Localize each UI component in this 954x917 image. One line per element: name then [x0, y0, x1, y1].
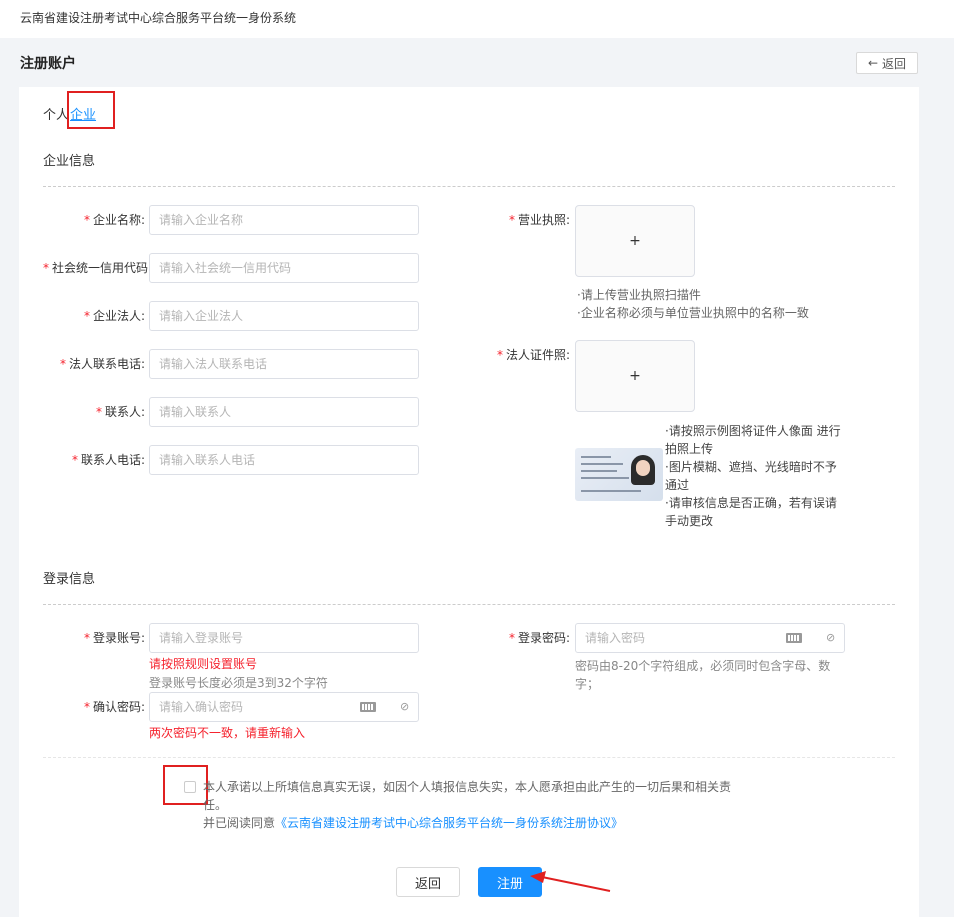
eye-off-icon[interactable]: ⊘	[400, 700, 409, 713]
contact-phone-field[interactable]	[149, 445, 419, 475]
back-button[interactable]: 返回	[396, 867, 460, 897]
label-legal-id-photo: * 法人证件照:	[496, 348, 570, 362]
credit-code-field[interactable]	[149, 253, 419, 283]
app-title: 云南省建设注册考试中心综合服务平台统一身份系统	[20, 11, 297, 25]
account-hint: 登录账号长度必须是3到32个字符	[149, 676, 328, 690]
label-business-license: * 营业执照:	[508, 213, 570, 227]
confirm-error: 两次密码不一致，请重新输入	[149, 726, 306, 740]
arrow-line	[541, 876, 611, 892]
agreement-read-line: 并已阅读同意《云南省建设注册考试中心综合服务平台统一身份系统注册协议》	[203, 816, 624, 830]
portrait-face	[636, 460, 650, 476]
arrow-left-icon: ←	[867, 56, 879, 70]
annotation-box-company-tab	[67, 91, 115, 129]
label-legal-phone: * 法人联系电话:	[59, 357, 145, 371]
label-contact-phone: * 联系人电话:	[71, 453, 145, 467]
card-line	[581, 463, 623, 465]
card-line	[581, 470, 617, 472]
agreement-link[interactable]: 《云南省建设注册考试中心综合服务平台统一身份系统注册协议》	[275, 816, 623, 830]
legal-phone-field[interactable]	[149, 349, 419, 379]
agreement-text: 本人承诺以上所填信息真实无误，如因个人填报信息失实，本人愿承担由此产生的一切后果…	[203, 778, 733, 832]
section-company-title: 企业信息	[43, 154, 96, 169]
id-hint-1: ·请按照示例图将证件人像面 进行拍照上传	[665, 424, 841, 456]
legal-person-field[interactable]	[149, 301, 419, 331]
confirm-password-field[interactable]: ⊘	[149, 692, 419, 722]
card-line	[581, 490, 641, 492]
eye-off-icon[interactable]: ⊘	[826, 631, 835, 644]
license-hint-2: ·企业名称必须与单位营业执照中的名称一致	[577, 306, 809, 320]
plus-icon: +	[629, 233, 641, 249]
keyboard-icon[interactable]	[786, 633, 802, 643]
id-hint-3: ·请审核信息是否正确，若有误请手动更改	[665, 496, 837, 528]
plus-icon: +	[629, 368, 641, 384]
divider	[43, 604, 895, 605]
card-line	[581, 456, 611, 458]
label-login-password: * 登录密码:	[508, 631, 570, 645]
license-hint-1: ·请上传营业执照扫描件	[577, 288, 701, 302]
back-button-top[interactable]: ← 返回	[856, 52, 918, 74]
label-company-name: * 企业名称:	[83, 213, 145, 227]
annotation-arrow	[530, 871, 611, 892]
label-confirm-password: * 确认密码:	[83, 700, 145, 714]
contact-field[interactable]	[149, 397, 419, 427]
card-line	[581, 477, 629, 479]
login-account-field[interactable]	[149, 623, 419, 653]
keyboard-icon[interactable]	[360, 702, 376, 712]
id-photo-hints: ·请按照示例图将证件人像面 进行拍照上传 ·图片模糊、遮挡、光线暗时不予通过 ·…	[665, 422, 845, 530]
section-login-title: 登录信息	[43, 572, 96, 587]
label-login-account: * 登录账号:	[83, 631, 145, 645]
arrow-head	[530, 871, 546, 883]
label-legal-person: * 企业法人:	[83, 309, 145, 323]
legal-id-photo-upload[interactable]: +	[575, 340, 695, 412]
label-contact: * 联系人:	[95, 405, 145, 419]
id-hint-2: ·图片模糊、遮挡、光线暗时不予通过	[665, 460, 837, 492]
account-error: 请按照规则设置账号	[149, 657, 258, 671]
annotation-box-checkbox	[163, 765, 208, 805]
tab-person[interactable]: 个人	[43, 108, 69, 123]
page-title: 注册账户	[20, 56, 76, 72]
divider	[43, 757, 895, 758]
company-name-field[interactable]	[149, 205, 419, 235]
business-license-upload[interactable]: +	[575, 205, 695, 277]
label-credit-code: * 社会统一信用代码	[42, 261, 148, 275]
password-hint: 密码由8-20个字符组成，必须同时包含字母、数字；	[575, 659, 831, 691]
divider	[43, 186, 895, 187]
login-password-field[interactable]: ⊘	[575, 623, 845, 653]
top-bar: 云南省建设注册考试中心综合服务平台统一身份系统	[0, 0, 954, 38]
agreement-statement: 本人承诺以上所填信息真实无误，如因个人填报信息失实，本人愿承担由此产生的一切后果…	[203, 780, 732, 812]
id-card-sample-image	[575, 448, 663, 501]
